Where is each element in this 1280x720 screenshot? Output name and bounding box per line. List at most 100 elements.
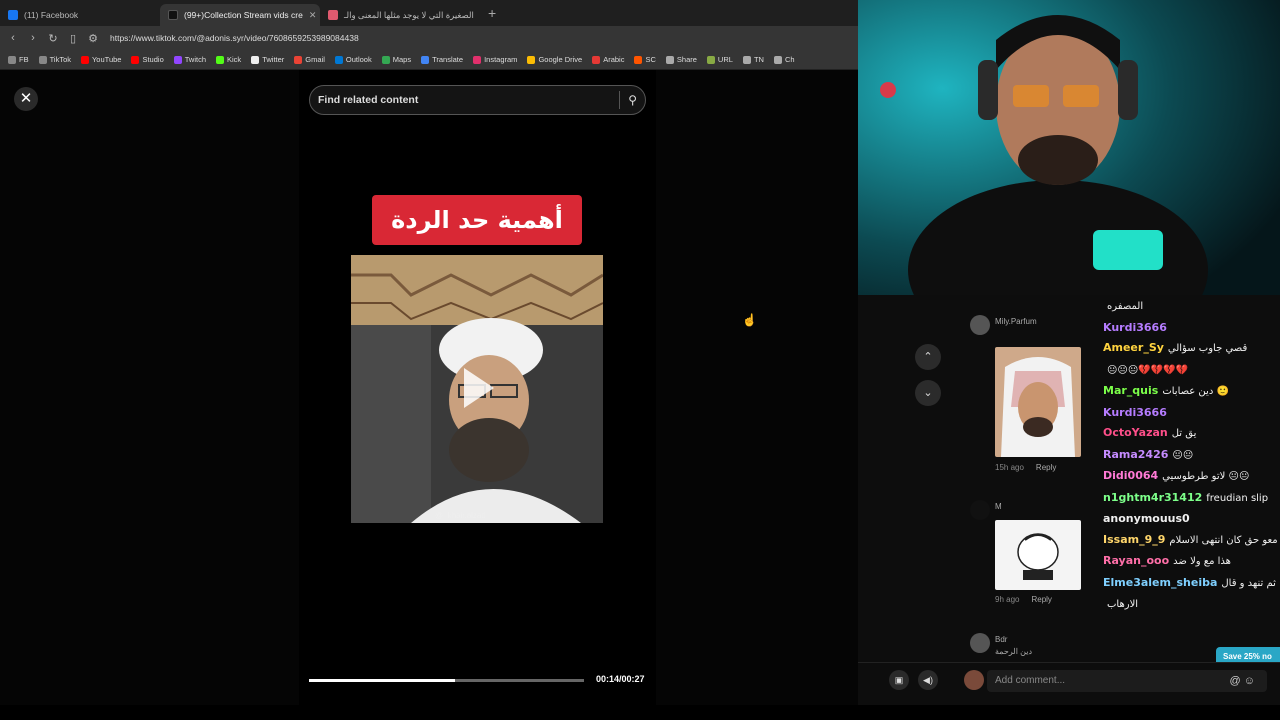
- chat-username[interactable]: Issam_9_9: [1103, 533, 1165, 546]
- site-info-icon[interactable]: ⚙: [88, 32, 98, 45]
- bookmark-item[interactable]: Google Drive: [527, 55, 582, 64]
- tab-tiktok[interactable]: (99+)Collection Stream vids cre ✕: [160, 4, 320, 26]
- mention-emoji-icons[interactable]: @ ☺: [1230, 670, 1255, 692]
- bookmark-label: Arabic: [603, 55, 625, 64]
- comment-username[interactable]: M: [995, 502, 1002, 511]
- chat-message: Kurdi3666: [1103, 403, 1278, 424]
- bookmark-label: TN: [753, 55, 764, 64]
- related-search-input[interactable]: Find related content ⚲: [309, 85, 646, 115]
- chat-username[interactable]: Elme3alem_sheiba: [1103, 576, 1217, 589]
- mini-player-icon[interactable]: ▣: [889, 670, 909, 690]
- forward-icon[interactable]: ›: [28, 32, 38, 44]
- reply-link[interactable]: Reply: [1031, 595, 1051, 604]
- tiktok-icon: [168, 10, 178, 20]
- comment-username[interactable]: Bdr: [995, 635, 1007, 644]
- chat-username[interactable]: Mar_quis: [1103, 384, 1158, 397]
- chat-text: دين عصابات 🙂: [1162, 386, 1229, 397]
- bookmark-item[interactable]: URL: [706, 55, 733, 64]
- chat-username[interactable]: Kurdi3666: [1103, 321, 1167, 334]
- volume-icon[interactable]: ◀): [918, 670, 938, 690]
- bookmark-icon: [216, 55, 225, 64]
- bookmark-label: URL: [717, 55, 733, 64]
- bookmark-item[interactable]: Gmail: [294, 55, 325, 64]
- video-player[interactable]: Find related content ⚲ أهمية حد الردة @_…: [299, 70, 656, 710]
- bookmark-item[interactable]: Outlook: [334, 55, 372, 64]
- search-icon[interactable]: ⚲: [628, 93, 637, 107]
- chat-username[interactable]: anonymouus0: [1103, 512, 1190, 525]
- progress-bar[interactable]: [309, 679, 584, 682]
- chat-message: anonymouus0: [1103, 509, 1278, 530]
- bookmark-label: Studio: [142, 55, 164, 64]
- chat-text: المصفره: [1107, 301, 1144, 312]
- comment-meta: 15h ago Reply: [995, 463, 1056, 472]
- bookmark-item[interactable]: Kick: [216, 55, 241, 64]
- bookmark-icon: [381, 55, 390, 64]
- url-field[interactable]: https://www.tiktok.com/@adonis.syr/video…: [110, 33, 359, 43]
- bookmark-item[interactable]: Ch: [773, 55, 795, 64]
- bookmark-icon: [173, 55, 182, 64]
- chat-text: هذا مع ولا ضد: [1173, 556, 1231, 567]
- tab-facebook[interactable]: (11) Facebook: [0, 4, 160, 26]
- bookmark-icon: [131, 55, 140, 64]
- bookmark-item[interactable]: Studio: [131, 55, 164, 64]
- comment-input[interactable]: Add comment... @ ☺: [987, 670, 1267, 692]
- comment-time: 9h ago: [995, 595, 1020, 604]
- next-video-button[interactable]: ⌄: [915, 380, 941, 406]
- bookmark-label: TikTok: [49, 55, 71, 64]
- bookmark-item[interactable]: TN: [742, 55, 764, 64]
- bookmark-item[interactable]: Translate: [421, 55, 463, 64]
- chat-message: Kurdi3666: [1103, 318, 1278, 339]
- mouse-cursor-icon: ☝: [742, 313, 757, 327]
- bookmark-item[interactable]: Arabic: [592, 55, 624, 64]
- chat-message: OctoYazan يق تل: [1103, 423, 1278, 445]
- comment-username[interactable]: Mily.Parfum: [995, 317, 1037, 326]
- bookmark-item[interactable]: Maps: [381, 55, 412, 64]
- chat-username[interactable]: Kurdi3666: [1103, 406, 1167, 419]
- chat-username[interactable]: n1ghtm4r31412: [1103, 491, 1202, 504]
- bookmark-item[interactable]: Share: [665, 55, 697, 64]
- bookmark-item[interactable]: FB: [8, 55, 29, 64]
- chat-message: Rayan_ooo هذا مع ولا ضد: [1103, 551, 1278, 573]
- progress-fill: [309, 679, 455, 682]
- webcam-image: [858, 0, 1280, 295]
- bookmark-icon: [251, 55, 260, 64]
- prev-video-button[interactable]: ⌃: [915, 344, 941, 370]
- chat-message: Issam_9_9 معو حق كان انتهى الاسلام: [1103, 530, 1278, 552]
- video-frame[interactable]: @_khair.alzad: [351, 255, 603, 523]
- chat-username[interactable]: Rama2426: [1103, 448, 1168, 461]
- bookmark-icon[interactable]: ▯: [68, 32, 78, 45]
- avatar[interactable]: [970, 315, 990, 335]
- bookmark-item[interactable]: Instagram: [473, 55, 517, 64]
- bookmark-icon: [592, 55, 601, 64]
- chat-username[interactable]: Rayan_ooo: [1103, 554, 1169, 567]
- bookmark-label: Maps: [392, 55, 412, 64]
- tab-article[interactable]: الصغيرة التي لا يوجد مثلها المعنى والـ: [320, 4, 480, 26]
- chat-username[interactable]: Ameer_Sy: [1103, 341, 1164, 354]
- time-display: 00:14/00:27: [596, 674, 645, 684]
- bookmark-item[interactable]: TikTok: [38, 55, 71, 64]
- bookmark-label: Twitter: [262, 55, 285, 64]
- bookmark-item[interactable]: SC: [634, 55, 656, 64]
- chat-username[interactable]: OctoYazan: [1103, 426, 1168, 439]
- close-video-button[interactable]: ✕: [14, 87, 38, 111]
- back-icon[interactable]: ‹: [8, 32, 18, 44]
- play-icon[interactable]: [464, 368, 494, 408]
- bookmark-item[interactable]: Twitter: [251, 55, 284, 64]
- comment-text: دين الرحمة: [995, 647, 1033, 656]
- reply-link[interactable]: Reply: [1036, 463, 1056, 472]
- chat-text: freudian slip: [1206, 492, 1269, 504]
- avatar[interactable]: [970, 633, 990, 653]
- reload-icon[interactable]: ↻: [48, 32, 58, 45]
- bookmark-item[interactable]: YouTube: [80, 55, 121, 64]
- chat-text: ثم تنهد و قال: [1221, 577, 1276, 589]
- chat-username[interactable]: Didi0064: [1103, 469, 1158, 482]
- comment-bar: ▣ ◀) Add comment... @ ☺: [858, 662, 1280, 698]
- comment-placeholder: Add comment...: [995, 675, 1066, 686]
- bookmark-label: SC: [645, 55, 656, 64]
- close-tab-icon[interactable]: ✕: [309, 10, 317, 21]
- bookmark-item[interactable]: Twitch: [173, 55, 206, 64]
- avatar[interactable]: [970, 500, 990, 520]
- bookmark-icon: [80, 55, 89, 64]
- new-tab-button[interactable]: +: [488, 5, 496, 21]
- facebook-icon: [8, 10, 18, 20]
